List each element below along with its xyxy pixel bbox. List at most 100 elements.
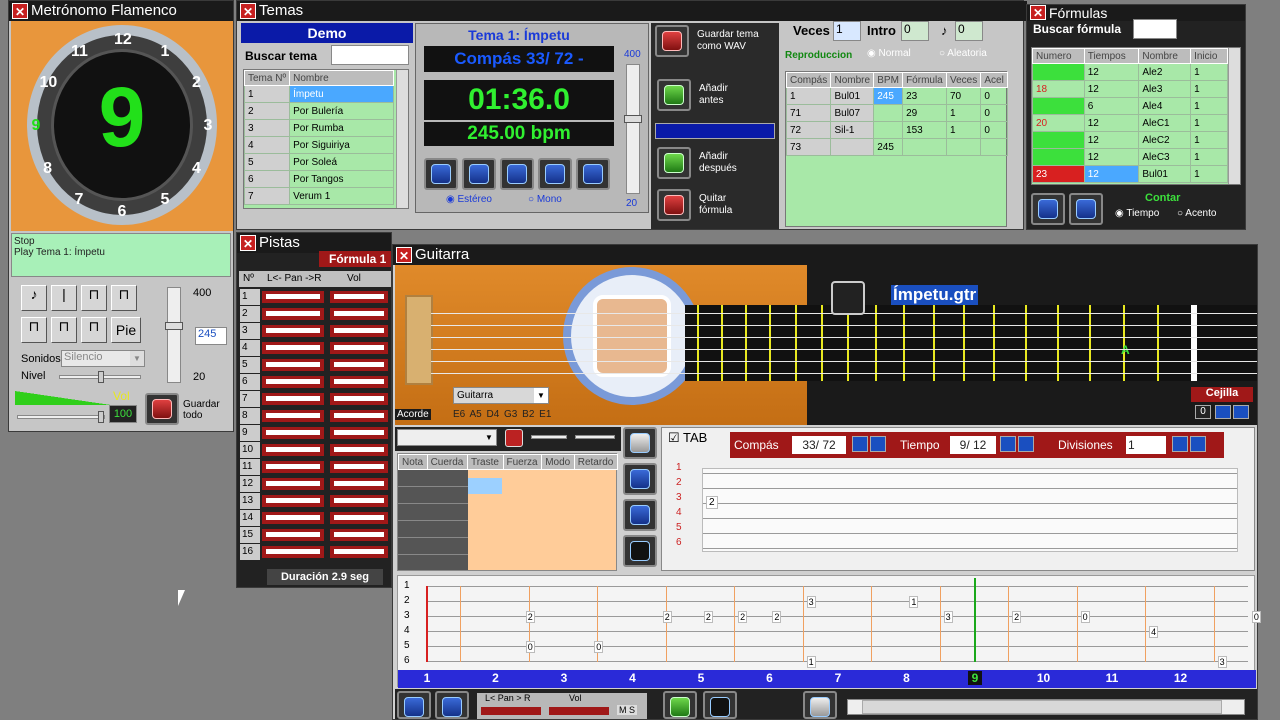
undo-button[interactable] (623, 427, 657, 459)
track-vol-slider[interactable] (330, 410, 388, 422)
beat-number[interactable]: 9 (968, 671, 982, 685)
tab-note[interactable]: 0 (1080, 611, 1090, 623)
guitar-string[interactable] (431, 337, 1257, 338)
beat-number[interactable]: 1 (420, 671, 434, 685)
play-button[interactable] (462, 158, 496, 190)
table-row[interactable]: 2 Por Bulería (243, 102, 394, 120)
table-row[interactable]: 7 Verum 1 (243, 187, 394, 205)
accent-radio[interactable]: ○ Acento (1177, 208, 1216, 219)
skip-forward-button[interactable] (576, 158, 610, 190)
track-row[interactable]: 5 (240, 357, 390, 374)
edit-tab-staff[interactable] (702, 468, 1238, 552)
beat-number[interactable]: 3 (557, 671, 571, 685)
track-vol-slider[interactable] (330, 427, 388, 439)
table-row[interactable]: 6 Ale4 1 (1032, 97, 1228, 115)
compas-down-button[interactable] (852, 436, 868, 452)
note-grid-selected-cell[interactable] (468, 478, 502, 494)
track-row[interactable]: 7 (240, 391, 390, 408)
track-vol-slider[interactable] (330, 359, 388, 371)
close-icon[interactable]: ✕ (240, 3, 256, 19)
figure-pair-button[interactable]: ⊓ (81, 285, 107, 311)
save-all-button[interactable] (145, 393, 179, 425)
formula-list-scrollbar[interactable] (1228, 48, 1240, 184)
beat-number[interactable]: 6 (763, 671, 777, 685)
stop-button[interactable] (538, 158, 572, 190)
table-row[interactable]: 12 AleC3 1 (1032, 148, 1228, 166)
instrument-select[interactable]: Guitarra ▼ (453, 387, 549, 404)
track-vol-slider[interactable] (330, 291, 388, 303)
note-pan-slider[interactable] (531, 435, 567, 439)
guitar-string[interactable] (431, 361, 1257, 362)
beat-ruler[interactable]: 1 2 3 4 5 6 7 8 9 10 11 12 (398, 670, 1256, 688)
pan-slider[interactable] (481, 707, 541, 715)
track-pan-slider[interactable] (262, 291, 324, 303)
track-pan-slider[interactable] (262, 478, 324, 490)
track-pan-slider[interactable] (262, 393, 324, 405)
tab-checkbox[interactable]: ☑ TAB (668, 430, 707, 446)
tab-note[interactable]: 1 (909, 596, 919, 608)
playhead[interactable] (974, 578, 976, 662)
track-vol-slider[interactable] (330, 325, 388, 337)
table-row[interactable]: 1 Ímpetu (243, 85, 394, 103)
track-row[interactable]: 3 (240, 323, 390, 340)
track-row[interactable]: 13 (240, 493, 390, 510)
guitar-string[interactable] (431, 325, 1257, 326)
formula-tab[interactable]: Fórmula 1 (319, 251, 391, 267)
note-select[interactable]: ▼ (397, 429, 497, 446)
figure-group5-button[interactable]: ⊓ (51, 317, 77, 343)
tab-note[interactable]: 2 (1012, 611, 1022, 623)
table-row[interactable]: 12 AleC2 1 (1032, 131, 1228, 149)
track-vol-slider[interactable] (330, 546, 388, 558)
black-button[interactable] (703, 691, 737, 719)
mute-solo-label[interactable]: M S (617, 705, 638, 715)
track-row[interactable]: 9 (240, 425, 390, 442)
vol-slider[interactable] (17, 411, 105, 423)
close-icon[interactable]: ✕ (240, 235, 256, 251)
figure-triplet-button[interactable]: ⊓ (111, 285, 137, 311)
track-pan-slider[interactable] (262, 308, 324, 320)
track-row[interactable]: 4 (240, 340, 390, 357)
clear-note-button[interactable] (623, 535, 657, 567)
bpm-input[interactable]: 245 (195, 327, 227, 345)
table-row[interactable]: 3 Por Rumba (243, 119, 394, 137)
loop-button[interactable] (663, 691, 697, 719)
track-row[interactable]: 11 (240, 459, 390, 476)
table-row[interactable]: 4 Por Siguiriya (243, 136, 394, 154)
file-icon-button[interactable] (831, 281, 865, 315)
table-row[interactable]: 5 Por Soleá (243, 153, 394, 171)
tab-note[interactable]: 3 (806, 596, 816, 608)
beat-number[interactable]: 4 (626, 671, 640, 685)
add-before-button[interactable] (657, 79, 691, 111)
random-radio[interactable]: ○ Aleatoria (939, 48, 987, 59)
track-pan-slider[interactable] (262, 512, 324, 524)
normal-radio[interactable]: ◉ Normal (867, 48, 911, 59)
track-vol-slider[interactable] (330, 393, 388, 405)
save-wav-button[interactable] (655, 25, 689, 57)
track-row[interactable]: 1 (240, 289, 390, 306)
close-icon[interactable]: ✕ (12, 3, 28, 19)
figure-eighth-button[interactable]: ♪ (21, 285, 47, 311)
guitarra-title-bar[interactable]: Guitarra (393, 245, 1257, 265)
tiempo-down-button[interactable] (1000, 436, 1016, 452)
guitar-play-button[interactable] (397, 691, 431, 719)
tab-note[interactable]: 1 (806, 656, 816, 668)
tab-note[interactable]: 0 (1251, 611, 1261, 623)
prev-note-button[interactable] (623, 499, 657, 531)
horizontal-scrollbar[interactable] (847, 699, 1245, 715)
note-vol-slider[interactable] (575, 435, 615, 439)
pistas-title-bar[interactable]: Pistas (237, 233, 391, 253)
table-row[interactable]: 73 245 (785, 138, 1008, 156)
track-row[interactable]: 6 (240, 374, 390, 391)
sounds-select[interactable]: Silencio ▼ (61, 350, 145, 367)
remove-formula-button[interactable] (657, 189, 691, 221)
temas-title-bar[interactable]: Temas (237, 1, 1027, 21)
close-icon[interactable]: ✕ (396, 247, 412, 263)
timeline-staff[interactable]: 2 0 0 2 2 2 2 3 1 1 3 2 0 4 3 0 (426, 578, 1261, 668)
beat-number[interactable]: 8 (900, 671, 914, 685)
chevron-down-icon[interactable]: ▼ (534, 388, 548, 403)
beat-number[interactable]: 5 (694, 671, 708, 685)
intro-input[interactable]: 0 (901, 21, 929, 41)
tab-note[interactable]: 3 (943, 611, 953, 623)
track-vol-slider[interactable] (330, 529, 388, 541)
track-pan-slider[interactable] (262, 342, 324, 354)
